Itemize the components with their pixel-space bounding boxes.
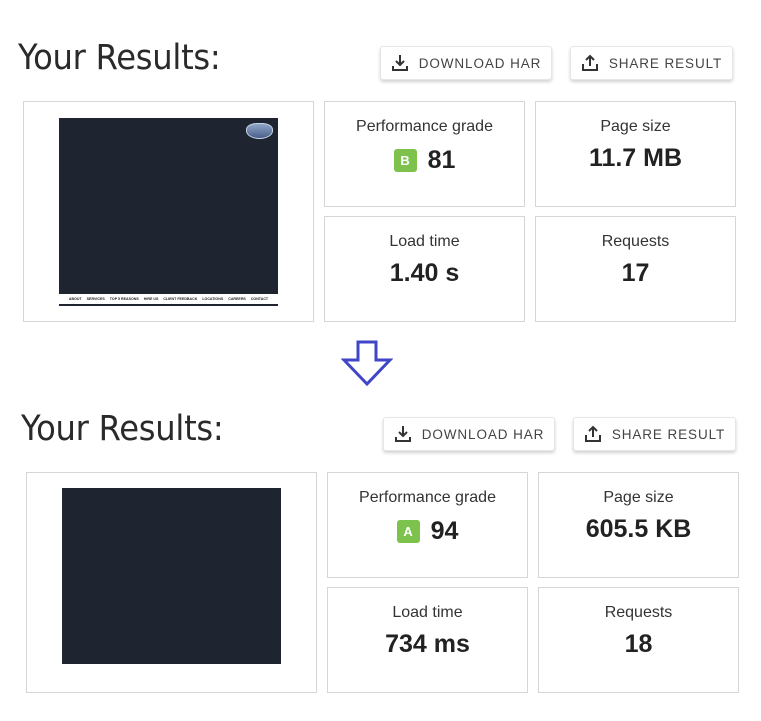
nav-item: TOP 5 REASONS [109,297,139,301]
download-icon [391,55,408,71]
download-har-button[interactable]: DOWNLOAD HAR [383,417,555,451]
performance-score: 94 [430,517,459,545]
nav-item: ABOUT [68,297,82,301]
page-size-label: Page size [603,489,674,506]
grade-badge: B [393,149,417,172]
download-har-button[interactable]: DOWNLOAD HAR [380,46,552,80]
share-icon [581,54,598,71]
requests-label: Requests [604,604,673,621]
performance-grade-card: Performance grade B 81 [324,101,525,207]
nav-item: SERVICES [86,297,105,301]
share-result-label: SHARE RESULT [608,55,723,71]
nav-item: CLIENT FEEDBACK [163,297,198,301]
load-time-value: 734 ms [385,630,470,658]
nav-item: CAREERS [228,297,246,301]
results-after: Your Results: DOWNLOAD HAR SHARE RESULT … [3,371,761,701]
load-time-card: Load time 1.40 s [324,216,525,322]
download-har-label: DOWNLOAD HAR [421,426,545,442]
performance-score: 81 [427,146,456,174]
performance-grade-card: Performance grade A 94 [327,472,528,578]
nav-item: LOCATIONS [202,297,224,301]
performance-grade-label: Performance grade [356,118,493,135]
requests-card: Requests 17 [535,216,736,322]
share-result-label: SHARE RESULT [611,426,726,442]
performance-grade-label: Performance grade [359,489,496,506]
page-screenshot [62,488,281,664]
requests-card: Requests 18 [538,587,739,693]
download-icon [394,426,411,442]
requests-value: 17 [621,259,650,287]
share-result-button[interactable]: SHARE RESULT [573,417,736,451]
share-icon [584,425,601,442]
load-time-value: 1.40 s [389,259,460,287]
page-screenshot-card [26,472,317,693]
requests-label: Requests [601,233,670,250]
results-title: Your Results: [18,38,221,78]
load-time-label: Load time [392,604,463,621]
performance-grade-row: A 94 [328,517,527,546]
page-size-card: Page size 11.7 MB [535,101,736,207]
download-har-label: DOWNLOAD HAR [418,55,542,71]
page-size-label: Page size [600,118,671,135]
load-time-card: Load time 734 ms [327,587,528,693]
nav-item: CONTACT [250,297,269,301]
page-screenshot: ABOUT SERVICES TOP 5 REASONS HIRE US CLI… [59,118,278,306]
page-size-card: Page size 605.5 KB [538,472,739,578]
site-logo-icon [246,123,273,139]
requests-value: 18 [624,630,653,658]
nav-item: HIRE US [143,297,159,301]
screenshot-nav-bar: ABOUT SERVICES TOP 5 REASONS HIRE US CLI… [59,294,278,306]
share-result-button[interactable]: SHARE RESULT [570,46,733,80]
page-size-value: 605.5 KB [585,515,692,543]
results-title: Your Results: [21,409,224,449]
page-size-value: 11.7 MB [588,144,683,172]
performance-grade-row: B 81 [325,146,524,175]
grade-badge: A [396,520,420,543]
load-time-label: Load time [389,233,460,250]
results-before: Your Results: DOWNLOAD HAR SHARE RESULT … [0,0,761,330]
page-screenshot-card: ABOUT SERVICES TOP 5 REASONS HIRE US CLI… [23,101,314,322]
